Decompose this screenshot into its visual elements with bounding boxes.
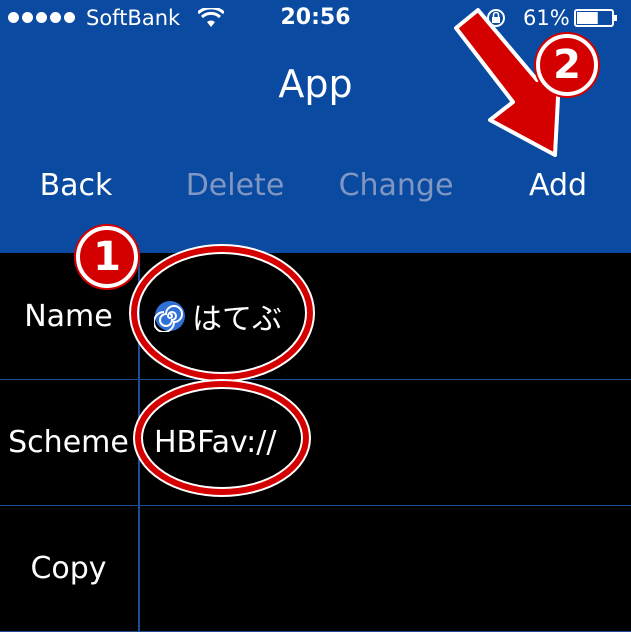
form-table: Name はてぶ Scheme HBFav:// Copy: [0, 253, 631, 632]
scheme-label: Scheme: [8, 424, 129, 460]
battery-icon: [574, 9, 617, 27]
change-button[interactable]: Change: [316, 168, 476, 203]
delete-button[interactable]: Delete: [155, 168, 315, 203]
status-bar: SoftBank 20:56 61%: [0, 0, 631, 36]
add-button[interactable]: Add: [478, 168, 631, 203]
header: SoftBank 20:56 61% App Back Delete Chang…: [0, 0, 631, 253]
annotation-badge-2: 2: [536, 34, 598, 96]
hatena-swirl-icon: [154, 301, 185, 332]
copy-label: Copy: [30, 550, 107, 586]
annotation-badge-1: 1: [76, 226, 138, 288]
scheme-row: Scheme HBFav://: [0, 379, 631, 506]
toolbar: Back Delete Change Add: [0, 160, 631, 214]
scheme-value: HBFav://: [154, 424, 277, 460]
name-field[interactable]: はてぶ: [154, 253, 282, 379]
battery-percent: 61%: [523, 6, 570, 30]
back-button[interactable]: Back: [0, 168, 156, 203]
rotation-lock-icon: [487, 9, 505, 27]
column-divider: [138, 253, 140, 631]
name-value: はてぶ: [192, 302, 282, 337]
copy-row: Copy: [0, 505, 631, 632]
scheme-field[interactable]: HBFav://: [154, 379, 276, 505]
